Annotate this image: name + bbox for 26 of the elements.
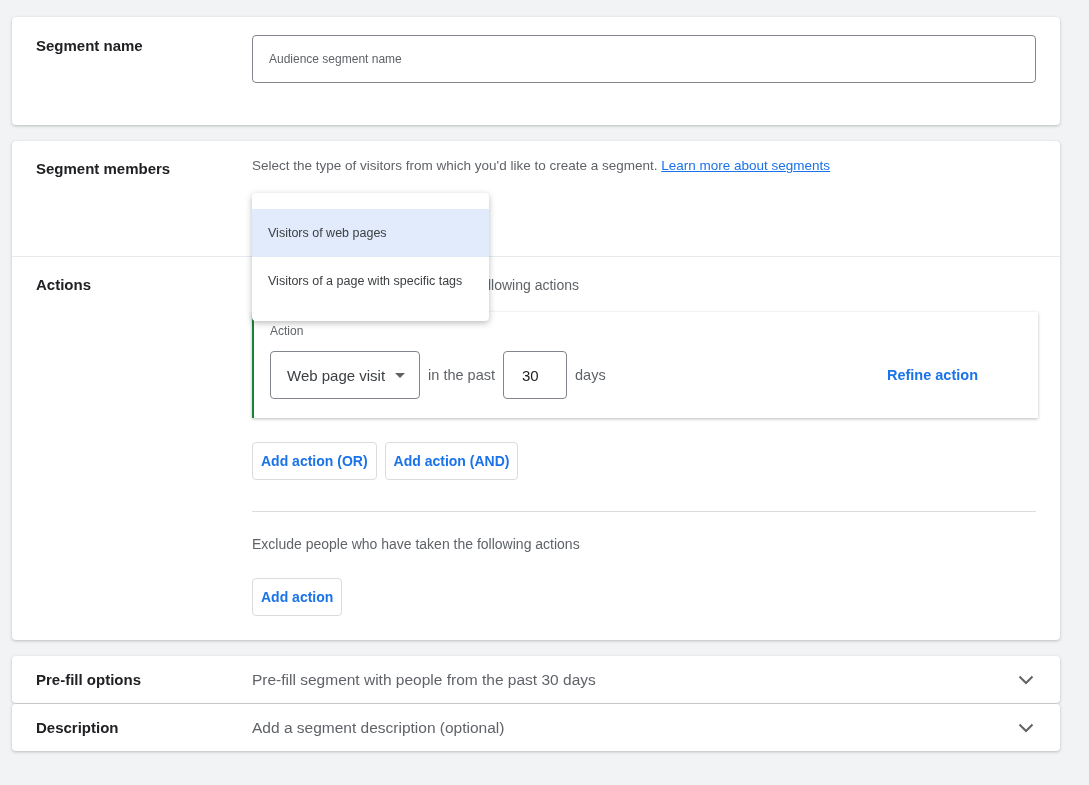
segment-name-field[interactable]: Audience segment name <box>252 35 1036 83</box>
days-text: days <box>575 367 606 383</box>
add-action-button[interactable]: Add action <box>252 578 343 616</box>
in-the-past-text: in the past <box>428 367 496 383</box>
section-label: Description <box>35 719 120 736</box>
section-label: Segment members <box>35 159 172 179</box>
intro-text: Select the type of visitors from which you'd like to create a segment. Learn more about segments <box>252 158 832 173</box>
learn-more-link[interactable]: Learn more about segments <box>661 158 831 173</box>
caret-icon <box>395 372 406 378</box>
action-type-select[interactable]: Web page visit <box>270 351 421 399</box>
action-label: Action <box>270 324 305 338</box>
section-summary: Pre-fill segment with people from the past 30 days <box>252 670 597 689</box>
include-text: llowing actions <box>488 277 580 295</box>
add-action-button[interactable]: Add action (OR) <box>252 442 377 480</box>
add-action-button[interactable]: Add action (AND) <box>384 442 519 480</box>
menu-option[interactable]: Visitors of a page with specific tags <box>252 257 489 305</box>
section-label: Actions <box>35 276 92 295</box>
section-label: Pre-fill options <box>35 671 142 688</box>
exclude-text: Exclude people who have taken the following actions <box>252 536 581 552</box>
chevron-icon <box>1018 722 1034 733</box>
refine-action-button[interactable]: Refine action <box>886 367 978 383</box>
chevron-icon <box>1018 674 1034 685</box>
days-field[interactable]: 30 <box>503 351 568 399</box>
menu-option[interactable]: Visitors of web pages <box>252 209 489 257</box>
section-label: Segment name <box>35 36 144 56</box>
section-summary: Add a segment description (optional) <box>252 718 506 737</box>
